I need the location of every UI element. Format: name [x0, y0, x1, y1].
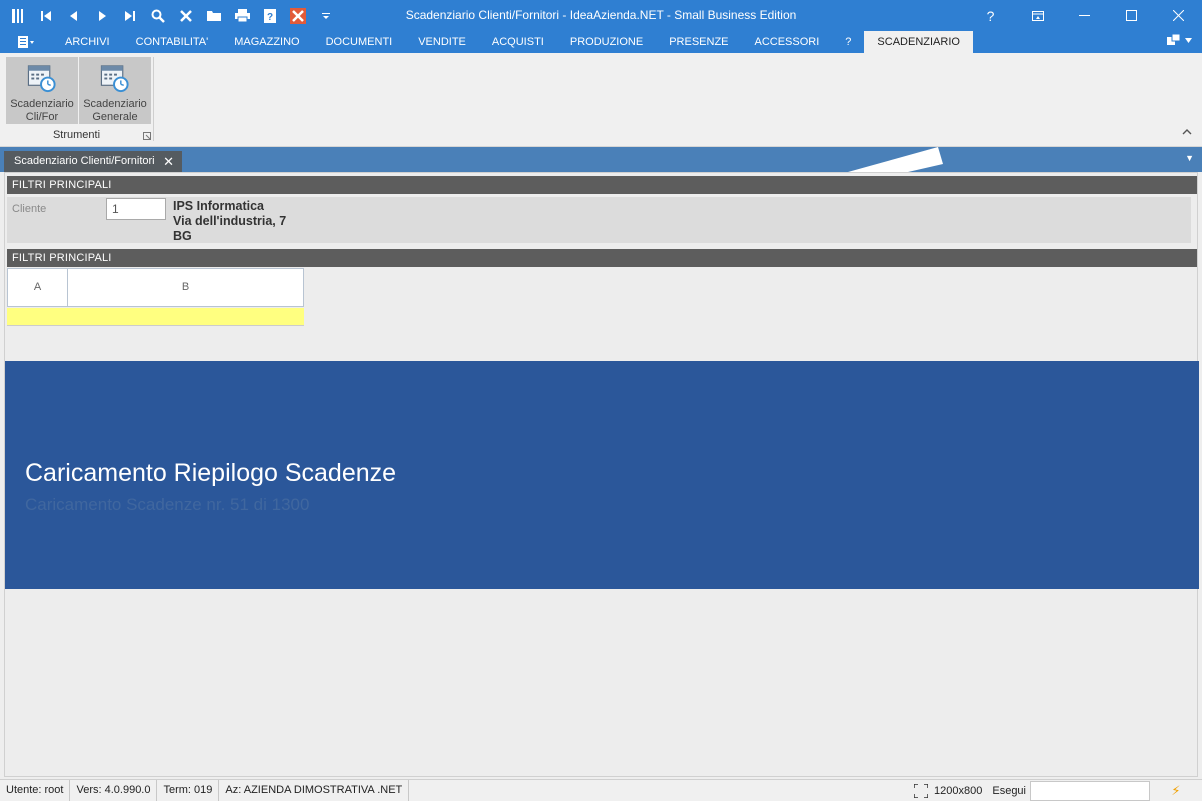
- cliente-details: IPS Informatica Via dell'industria, 7 BG: [173, 199, 286, 244]
- last-record-icon[interactable]: [116, 4, 144, 28]
- ribbon-tabs: ARCHIVI CONTABILITA' MAGAZZINO DOCUMENTI…: [0, 31, 1202, 53]
- status-user: Utente: root: [0, 779, 71, 801]
- app-menu-icon[interactable]: [4, 4, 32, 28]
- cliente-address: Via dell'industria, 7: [173, 214, 287, 228]
- ribbon-group-strumenti: Scadenziario Cli/For Scadenziario Genera…: [4, 55, 155, 145]
- section-header-filtri-2: FILTRI PRINCIPALI: [7, 249, 1197, 267]
- tab-help[interactable]: ?: [832, 31, 864, 53]
- cliente-name: IPS Informatica: [173, 199, 264, 213]
- print-icon[interactable]: [228, 4, 256, 28]
- filter-grid: A B: [7, 268, 304, 329]
- scadenziario-clifor-button[interactable]: Scadenziario Cli/For: [6, 57, 78, 124]
- tab-magazzino[interactable]: MAGAZZINO: [221, 31, 312, 53]
- loading-progress-text: Caricamento Scadenze nr. 51 di 1300: [25, 495, 310, 514]
- scadenziario-generale-line1: Scadenziario: [83, 98, 147, 110]
- scadenziario-clifor-line2: Cli/For: [25, 111, 59, 123]
- minimize-icon[interactable]: [1061, 0, 1108, 31]
- scadenziario-form: FILTRI PRINCIPALI Cliente 1 IPS Informat…: [4, 172, 1199, 777]
- cancel-icon[interactable]: [172, 4, 200, 28]
- cliente-province: BG: [173, 229, 192, 243]
- tab-archivi[interactable]: ARCHIVI: [52, 31, 123, 53]
- quick-access-toolbar: ?: [0, 0, 340, 31]
- scadenziario-clifor-line1: Scadenziario: [10, 98, 74, 110]
- execute-command-input[interactable]: [1030, 781, 1150, 801]
- status-right-area: 1200x800 Esegui ⚡: [914, 780, 1202, 801]
- grid-header: A B: [7, 268, 304, 307]
- status-version: Vers: 4.0.990.0: [70, 779, 158, 801]
- previous-record-icon[interactable]: [60, 4, 88, 28]
- help-button[interactable]: ?: [967, 0, 1014, 31]
- calendar-clock-icon: [27, 65, 56, 93]
- help-label: ?: [986, 7, 995, 24]
- first-record-icon[interactable]: [32, 4, 60, 28]
- open-folder-icon[interactable]: [200, 4, 228, 28]
- grid-new-row[interactable]: [7, 308, 304, 326]
- close-document-icon[interactable]: [284, 4, 312, 28]
- status-company: Az: AZIENDA DIMOSTRATIVA .NET: [219, 779, 410, 801]
- maximize-icon[interactable]: [1108, 0, 1155, 31]
- cliente-filter-row: Cliente 1 IPS Informatica Via dell'indus…: [7, 197, 1191, 243]
- status-resolution[interactable]: 1200x800: [914, 784, 992, 798]
- tab-scadenziario[interactable]: SCADENZIARIO: [864, 31, 973, 53]
- help-document-icon[interactable]: ?: [256, 4, 284, 28]
- cliente-label: Cliente: [12, 203, 47, 215]
- tab-acquisti[interactable]: ACQUISTI: [479, 31, 557, 53]
- tab-list-dropdown-icon[interactable]: ▼: [1185, 153, 1194, 163]
- loading-title: Caricamento Riepilogo Scadenze: [25, 459, 397, 487]
- dialog-launcher-icon[interactable]: [143, 132, 151, 142]
- search-icon[interactable]: [144, 4, 172, 28]
- collapse-ribbon-icon[interactable]: [1182, 126, 1192, 138]
- close-window-icon[interactable]: [1155, 0, 1202, 31]
- grid-column-b[interactable]: B: [68, 269, 303, 306]
- lightning-icon[interactable]: ⚡: [1150, 783, 1202, 799]
- close-tab-icon[interactable]: ✕: [163, 151, 174, 172]
- cliente-code-input[interactable]: 1: [106, 198, 166, 220]
- section-header-filtri-1: FILTRI PRINCIPALI: [7, 176, 1197, 194]
- chevron-down-icon: [1185, 37, 1192, 43]
- customize-toolbar-icon[interactable]: [312, 4, 340, 28]
- tab-produzione[interactable]: PRODUZIONE: [557, 31, 656, 53]
- ribbon-display-options-icon[interactable]: [1014, 0, 1061, 31]
- calendar-clock-icon: [100, 65, 129, 93]
- status-terminal: Term: 019: [157, 779, 220, 801]
- tab-contabilita[interactable]: CONTABILITA': [123, 31, 222, 53]
- tab-documenti[interactable]: DOCUMENTI: [313, 31, 406, 53]
- tab-strip-decoration: [848, 147, 943, 172]
- file-menu-icon[interactable]: [0, 31, 52, 53]
- scadenziario-generale-line2: Generale: [92, 111, 138, 123]
- tab-presenze[interactable]: PRESENZE: [656, 31, 741, 53]
- next-record-icon[interactable]: [88, 4, 116, 28]
- ribbon-panel: Scadenziario Cli/For Scadenziario Genera…: [0, 53, 1202, 147]
- status-resolution-text: 1200x800: [934, 785, 983, 797]
- title-bar: ? Scadenziario Clienti/Fornitori - IdeaA…: [0, 0, 1202, 31]
- tab-accessori[interactable]: ACCESSORI: [742, 31, 833, 53]
- grid-column-a[interactable]: A: [8, 269, 68, 306]
- window-layout-menu[interactable]: [1167, 34, 1192, 46]
- window-controls: ?: [967, 0, 1202, 31]
- doc-tab-scadenziario[interactable]: Scadenziario Clienti/Fornitori ✕: [4, 151, 182, 172]
- execute-label: Esegui: [992, 785, 1026, 797]
- document-tab-strip: Scadenziario Clienti/Fornitori ✕ ▼: [0, 147, 1202, 172]
- ribbon-group-label: Strumenti: [52, 129, 101, 141]
- loading-panel: Caricamento Riepilogo Scadenze Caricamen…: [5, 361, 1199, 589]
- scadenziario-generale-button[interactable]: Scadenziario Generale: [79, 57, 151, 124]
- doc-tab-label: Scadenziario Clienti/Fornitori: [14, 155, 155, 167]
- fullscreen-icon: [914, 784, 929, 798]
- tab-vendite[interactable]: VENDITE: [405, 31, 479, 53]
- svg-text:?: ?: [267, 12, 273, 23]
- window-layout-icon: [1167, 34, 1181, 45]
- status-bar: Utente: root Vers: 4.0.990.0 Term: 019 A…: [0, 779, 1202, 801]
- ribbon-group-separator: [153, 57, 154, 141]
